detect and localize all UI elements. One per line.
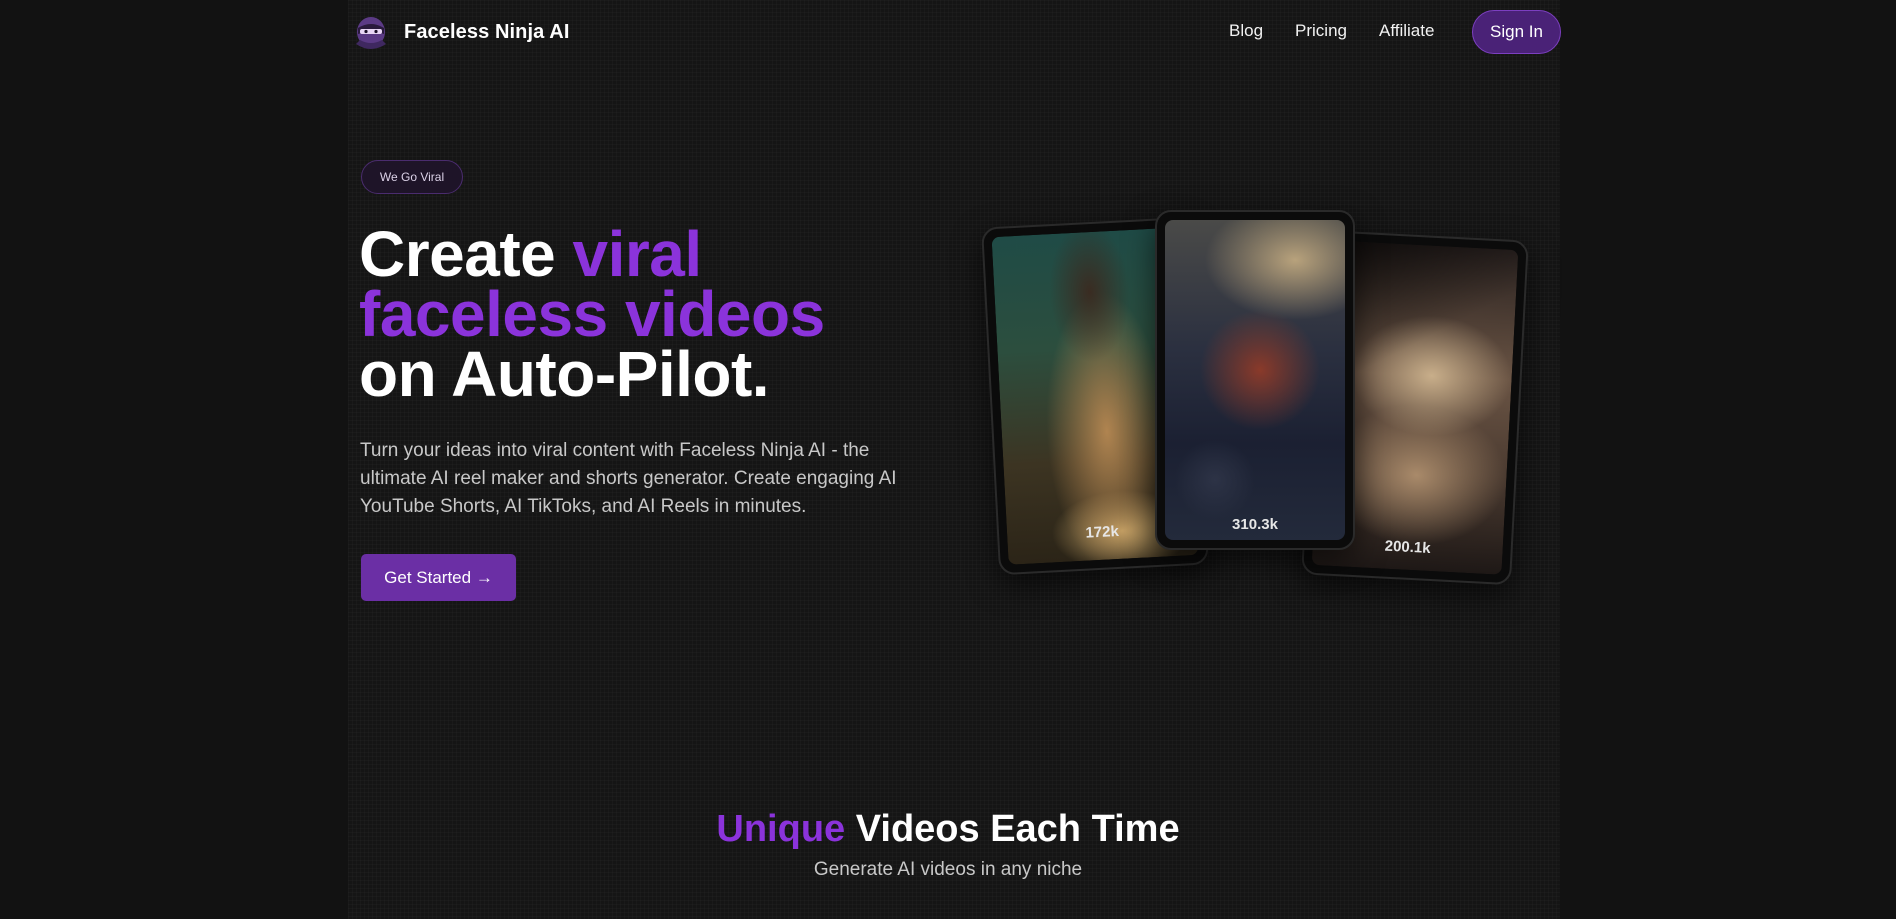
- brand-name: Faceless Ninja AI: [404, 20, 570, 43]
- headline-part2: on Auto-Pilot.: [359, 338, 770, 410]
- view-count: 310.3k: [1232, 516, 1278, 533]
- hero-description: Turn your ideas into viral content with …: [360, 440, 897, 517]
- nav-link-affiliate[interactable]: Affiliate: [1379, 21, 1434, 41]
- hero-badge: We Go Viral: [361, 160, 463, 194]
- hero-headline: Create viral faceless videos on Auto-Pil…: [359, 222, 919, 406]
- nav-link-blog[interactable]: Blog: [1229, 21, 1263, 41]
- section-title-highlight: Unique: [716, 808, 846, 850]
- top-navbar: Faceless Ninja AI Blog Pricing Affiliate…: [0, 0, 1896, 64]
- video-thumbnail: 310.3k: [1165, 220, 1345, 540]
- section-subtitle: Generate AI videos in any niche: [813, 859, 1083, 880]
- sign-in-button[interactable]: Sign In: [1472, 10, 1561, 54]
- video-preview-card[interactable]: 310.3k: [1155, 210, 1355, 550]
- brand-logo[interactable]: Faceless Ninja AI: [352, 14, 569, 50]
- ninja-logo-icon: [356, 17, 386, 49]
- get-started-button[interactable]: Get Started →: [361, 554, 516, 601]
- section-title: Unique Videos Each Time: [0, 808, 1896, 851]
- nav-link-pricing[interactable]: Pricing: [1295, 21, 1347, 41]
- section-title-rest: Videos Each Time: [845, 808, 1180, 850]
- nav-links: Blog Pricing Affiliate: [1229, 21, 1434, 41]
